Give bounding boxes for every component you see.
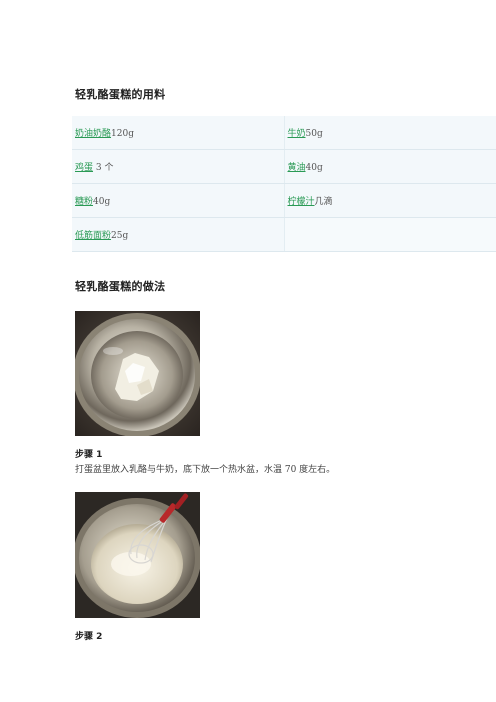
method-title: 轻乳酪蛋糕的做法 — [75, 280, 166, 293]
step-1-text: 打蛋盆里放入乳酪与牛奶，底下放一个热水盆，水温 70 度左右。 — [75, 465, 336, 475]
whisk-bowl-image — [75, 492, 200, 618]
ingredients-title: 轻乳酪蛋糕的用料 — [75, 88, 166, 101]
table-row: 鸡蛋 3 个 黄油40g — [72, 149, 496, 184]
ingredient-amount: 25g — [111, 231, 129, 241]
ingredient-cell: 牛奶50g — [283, 116, 496, 150]
ingredient-link[interactable]: 柠檬汁 — [288, 197, 315, 207]
ingredient-cell: 柠檬汁几滴 — [283, 183, 496, 218]
ingredient-link[interactable]: 鸡蛋 — [75, 163, 93, 173]
ingredient-link[interactable]: 奶油奶酪 — [75, 129, 111, 139]
table-row: 低筋面粉25g — [72, 217, 496, 252]
ingredient-amount: 40g — [93, 197, 111, 207]
step-2-photo — [75, 492, 200, 618]
ingredient-link[interactable]: 糖粉 — [75, 197, 93, 207]
step-1-photo — [75, 311, 200, 436]
empty-cell — [283, 217, 496, 252]
step-2-label: 步骤 2 — [75, 632, 103, 642]
ingredient-amount: 3 个 — [95, 163, 114, 173]
table-row: 奶油奶酪120g 牛奶50g — [72, 116, 496, 150]
ingredient-cell: 奶油奶酪120g — [72, 116, 284, 150]
ingredient-amount: 50g — [305, 129, 323, 139]
ingredient-link[interactable]: 低筋面粉 — [75, 231, 111, 241]
ingredient-amount: 几滴 — [314, 197, 333, 207]
ingredient-cell: 糖粉40g — [72, 183, 284, 218]
ingredient-amount: 40g — [305, 163, 323, 173]
ingredients-table: 奶油奶酪120g 牛奶50g 鸡蛋 3 个 黄油40g 糖粉40g 柠檬汁几滴 … — [72, 116, 496, 252]
ingredient-cell: 低筋面粉25g — [72, 217, 284, 252]
ingredient-cell: 黄油40g — [283, 149, 496, 184]
table-row: 糖粉40g 柠檬汁几滴 — [72, 183, 496, 218]
ingredient-link[interactable]: 黄油 — [288, 163, 306, 173]
ingredient-cell: 鸡蛋 3 个 — [72, 149, 284, 184]
ingredient-amount: 120g — [111, 129, 134, 139]
step-1-label: 步骤 1 — [75, 450, 103, 460]
ingredient-link[interactable]: 牛奶 — [288, 129, 306, 139]
cheese-bowl-image — [75, 311, 200, 436]
